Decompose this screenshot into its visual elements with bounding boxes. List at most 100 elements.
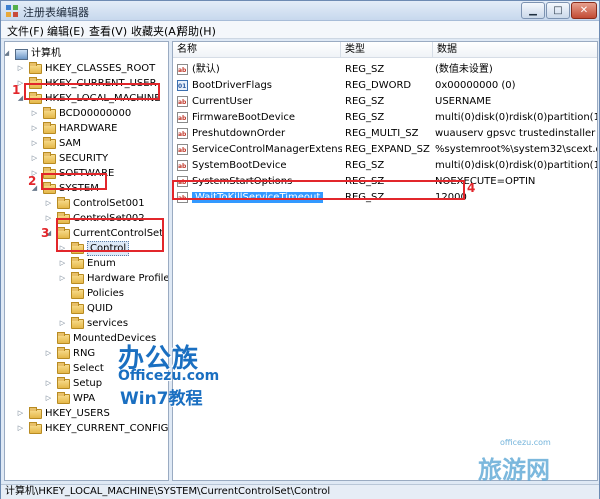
column-header-data[interactable]: 数据	[433, 42, 597, 58]
folder-icon	[29, 62, 42, 74]
menu-file[interactable]: 文件(F)	[7, 23, 44, 39]
string-value-icon: ab	[177, 112, 188, 123]
expand-arrow-icon[interactable]: ▷	[45, 214, 52, 223]
expand-arrow-icon[interactable]: ▷	[17, 424, 24, 433]
tree-item-label: RNG	[73, 348, 96, 359]
value-name: PreshutdownOrder	[192, 126, 342, 141]
highlight-box-system	[41, 173, 107, 190]
value-type: REG_MULTI_SZ	[345, 128, 419, 139]
expand-arrow-icon[interactable]: ▷	[17, 409, 24, 418]
expand-arrow-icon[interactable]: ▷	[31, 139, 38, 148]
registry-app-icon	[6, 5, 18, 17]
computer-icon	[15, 49, 28, 60]
tree-item-label: HARDWARE	[59, 123, 118, 134]
folder-icon	[43, 152, 56, 164]
values-list[interactable]: 名称 类型 数据 ab (默认) REG_SZ (数值未设置) 01 BootDriver…	[172, 41, 598, 481]
watermark-site: Officezu.com	[118, 368, 220, 384]
expand-arrow-icon[interactable]: ▷	[31, 109, 38, 118]
tree-item-label: QUID	[87, 303, 113, 314]
string-value-icon: ab	[177, 144, 188, 155]
window-title: 注册表编辑器	[23, 6, 89, 19]
folder-icon	[57, 197, 70, 209]
menu-help[interactable]: 帮助(H)	[177, 23, 216, 39]
value-data: 0x00000000 (0)	[435, 80, 516, 91]
folder-icon	[71, 317, 84, 329]
value-name: BootDriverFlags	[192, 78, 342, 93]
value-data: wuauserv gpsvc trustedinstaller	[435, 128, 596, 139]
string-value-icon: ab	[177, 64, 188, 75]
step-marker-2: 2	[28, 174, 37, 188]
close-button[interactable]: ✕	[571, 2, 597, 19]
value-type: REG_SZ	[345, 112, 385, 123]
menu-edit[interactable]: 编辑(E)	[47, 23, 85, 39]
folder-icon	[57, 332, 70, 344]
minimize-button[interactable]: ▁	[521, 2, 545, 19]
value-type: REG_SZ	[345, 64, 385, 75]
value-row[interactable]: 01 BootDriverFlags REG_DWORD 0x00000000 (0)	[173, 78, 597, 93]
expand-arrow-icon[interactable]: ▷	[45, 349, 52, 358]
value-name: FirmwareBootDevice	[192, 110, 342, 125]
step-marker-4: 4	[467, 181, 476, 195]
tree-item-label: Hardware Profile	[87, 273, 169, 284]
tree-item-label: ControlSet001	[73, 198, 145, 209]
folder-icon	[43, 107, 56, 119]
value-type: REG_EXPAND_SZ	[345, 144, 430, 155]
folder-icon	[71, 287, 84, 299]
value-data: %systemroot%\system32\scext.dll	[435, 144, 597, 155]
column-header-name[interactable]: 名称	[173, 42, 341, 58]
folder-icon	[57, 362, 70, 374]
value-name-text: PreshutdownOrder	[192, 128, 286, 139]
expand-arrow-icon[interactable]: ▷	[59, 259, 66, 268]
expand-arrow-icon[interactable]: ▷	[45, 199, 52, 208]
value-data: multi(0)disk(0)rdisk(0)partition(1)	[435, 112, 597, 123]
watermark-series: Win7教程	[120, 389, 203, 409]
expand-arrow-icon[interactable]: ▷	[45, 394, 52, 403]
tree-item-label: SAM	[59, 138, 82, 149]
collapse-arrow-icon[interactable]: ◢	[5, 49, 10, 58]
maximize-button[interactable]: □	[546, 2, 570, 19]
column-header-type[interactable]: 类型	[341, 42, 433, 58]
tree-item-label: BCD00000000	[59, 108, 132, 119]
registry-tree[interactable]: ◢ 计算机 ▷ HKEY_CLASSES_ROOT ▷ HKEY_CURRENT_USER…	[4, 41, 169, 481]
expand-arrow-icon[interactable]: ▷	[59, 319, 66, 328]
expand-arrow-icon[interactable]: ▷	[45, 379, 52, 388]
highlight-box-hklm	[24, 83, 160, 100]
value-row[interactable]: ab FirmwareBootDevice REG_SZ multi(0)disk(0…	[173, 110, 597, 125]
folder-icon	[71, 302, 84, 314]
string-value-icon: ab	[177, 96, 188, 107]
value-row[interactable]: ab ServiceControlManagerExtension REG_EXPA…	[173, 142, 597, 157]
expand-arrow-icon[interactable]: ▷	[59, 274, 66, 283]
value-name: ServiceControlManagerExtension	[192, 142, 342, 157]
value-name-text: (默认)	[192, 64, 220, 75]
expand-arrow-icon[interactable]: ▷	[31, 154, 38, 163]
value-row[interactable]: ab PreshutdownOrder REG_MULTI_SZ wuauserv g…	[173, 126, 597, 141]
value-row[interactable]: ab SystemBootDevice REG_SZ multi(0)disk(0)r…	[173, 158, 597, 173]
value-type: REG_DWORD	[345, 80, 412, 91]
step-marker-3: 3	[41, 226, 50, 240]
expand-arrow-icon[interactable]: ▷	[31, 124, 38, 133]
folder-icon	[57, 347, 70, 359]
folder-icon	[43, 137, 56, 149]
tree-item-label: Setup	[73, 378, 103, 389]
menu-bar: 文件(F) 编辑(E) 查看(V) 收藏夹(A) 帮助(H)	[1, 21, 599, 39]
value-row[interactable]: ab CurrentUser REG_SZ USERNAME	[173, 94, 597, 109]
menu-view[interactable]: 查看(V)	[89, 23, 127, 39]
corner-watermark-url: officezu.com	[500, 438, 551, 447]
value-name-text: CurrentUser	[192, 96, 253, 107]
menu-favorites[interactable]: 收藏夹(A)	[131, 23, 180, 39]
folder-icon	[29, 407, 42, 419]
title-bar[interactable]: 注册表编辑器 ▁ □ ✕	[1, 1, 599, 21]
value-name-text: BootDriverFlags	[192, 80, 273, 91]
value-row[interactable]: ab (默认) REG_SZ (数值未设置)	[173, 62, 597, 77]
folder-icon	[57, 377, 70, 389]
value-name: CurrentUser	[192, 94, 342, 109]
tree-item-label: HKEY_CURRENT_CONFIG	[45, 423, 169, 434]
tree-item-label: Policies	[87, 288, 124, 299]
expand-arrow-icon[interactable]: ▷	[17, 64, 24, 73]
value-name-text: SystemBootDevice	[192, 160, 287, 171]
binary-value-icon: 01	[177, 80, 188, 91]
value-name: SystemBootDevice	[192, 158, 342, 173]
status-bar: 计算机\HKEY_LOCAL_MACHINE\SYSTEM\CurrentCon…	[1, 484, 599, 499]
value-name: (默认)	[192, 62, 342, 77]
folder-icon	[43, 122, 56, 134]
